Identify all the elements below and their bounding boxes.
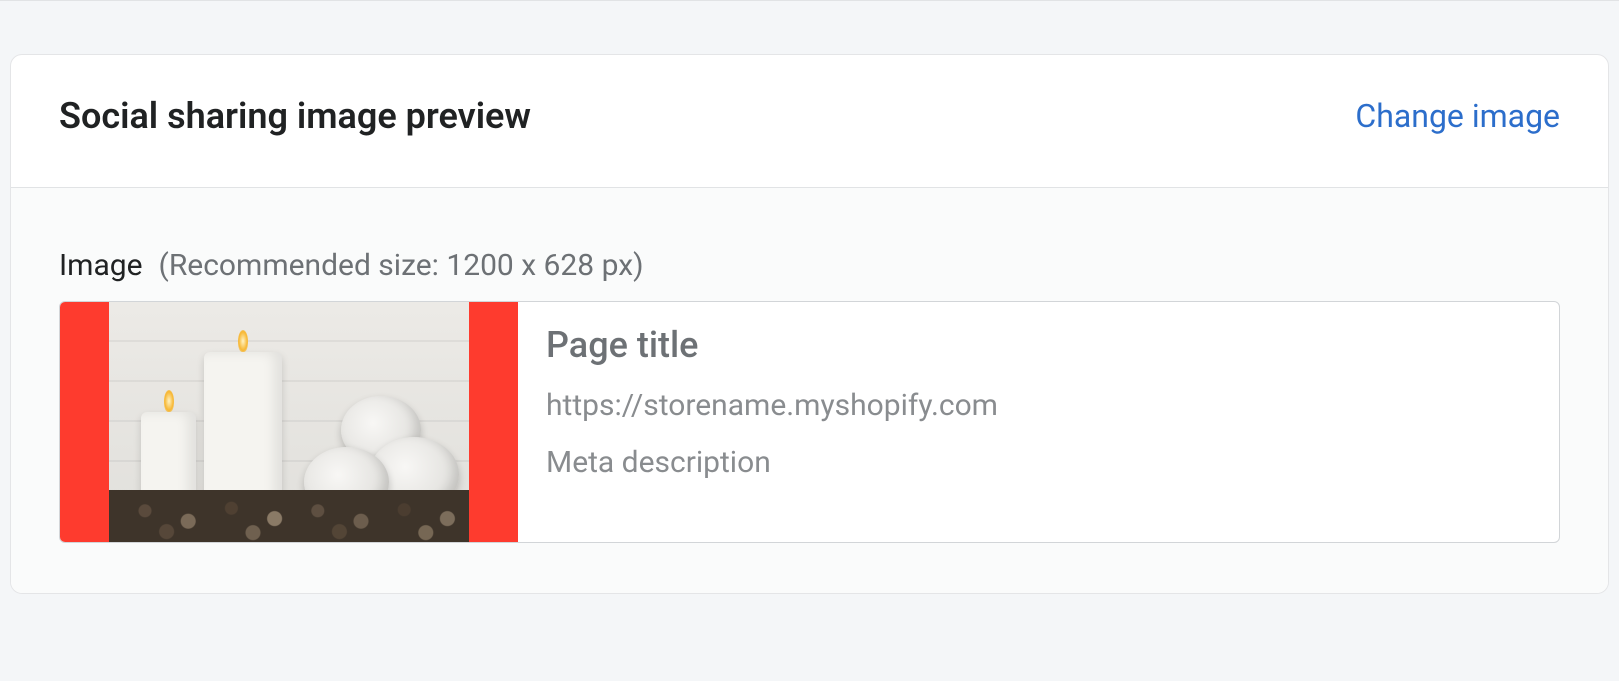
recommended-size-hint: (Recommended size: 1200 x 628 px) [159,248,644,283]
card-body: Image (Recommended size: 1200 x 628 px) [11,188,1608,593]
preview-thumbnail-photo [109,302,469,542]
preview-card: Page title https://storename.myshopify.c… [59,301,1560,543]
card-title: Social sharing image preview [59,95,531,137]
social-sharing-card: Social sharing image preview Change imag… [10,54,1609,594]
preview-text-block: Page title https://storename.myshopify.c… [518,302,1026,542]
preview-meta-description: Meta description [546,445,998,480]
pebbles-icon [109,490,469,542]
flame-icon [238,330,248,352]
page-container: Social sharing image preview Change imag… [0,0,1619,604]
image-label-row: Image (Recommended size: 1200 x 628 px) [59,248,1560,283]
flame-icon [164,390,174,412]
image-label: Image [59,248,143,283]
preview-thumbnail[interactable] [60,302,518,542]
preview-page-title: Page title [546,324,998,366]
preview-url: https://storename.myshopify.com [546,388,998,423]
card-header: Social sharing image preview Change imag… [11,55,1608,188]
change-image-link[interactable]: Change image [1355,97,1560,135]
